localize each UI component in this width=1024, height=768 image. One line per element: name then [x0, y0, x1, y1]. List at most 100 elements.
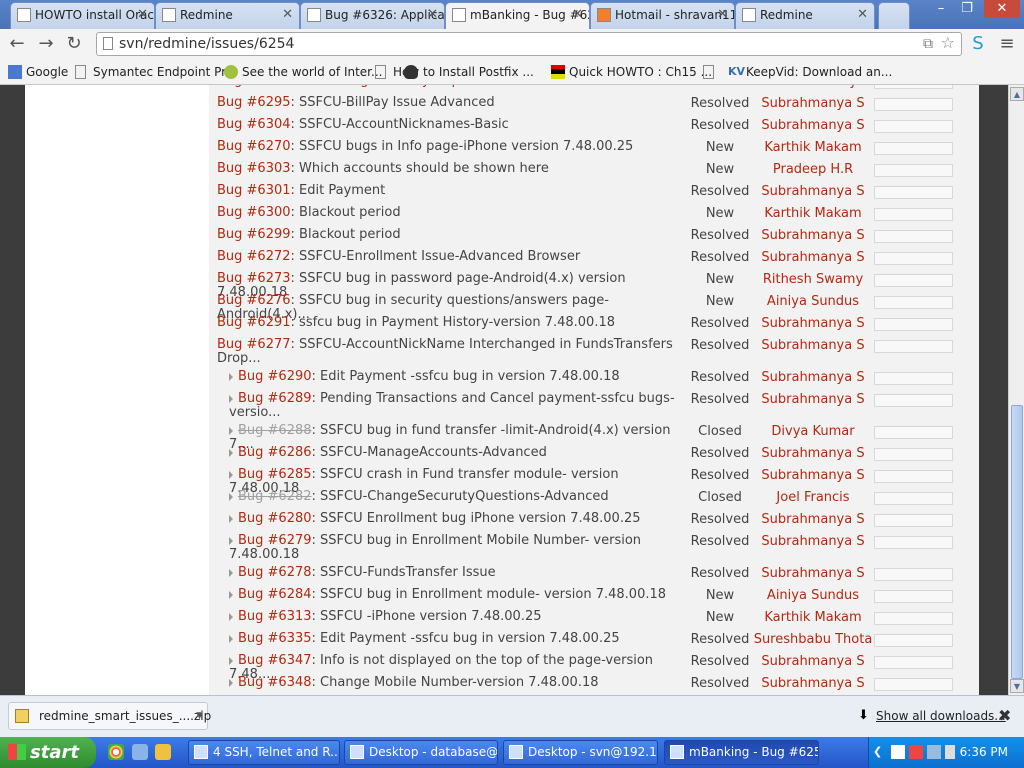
issue-assignee[interactable]: Omkar Reddy — [753, 85, 873, 89]
bookmark-item[interactable]: How to Install Postfix ... — [404, 63, 563, 81]
close-icon[interactable]: ✖ — [998, 706, 1011, 725]
issue-link[interactable]: Bug #6295 — [217, 95, 291, 110]
bookmark-item[interactable]: See the world of Inter... — [224, 63, 382, 81]
issue-link[interactable]: Bug #6277 — [217, 337, 291, 352]
browser-tab[interactable]: HOWTO install Orac ✕ — [10, 2, 155, 29]
issue-link[interactable]: Bug #6276 — [217, 293, 291, 308]
skype-icon[interactable]: S — [966, 33, 990, 55]
close-tab-icon[interactable]: ✕ — [282, 3, 293, 27]
address-bar[interactable]: svn/redmine/issues/6254 ⧉ ☆ — [96, 32, 962, 56]
issue-link[interactable]: Bug #6279 — [238, 533, 312, 548]
scroll-down-icon[interactable]: ▼ — [1010, 679, 1024, 693]
issue-link[interactable]: Bug #6304 — [217, 117, 291, 132]
expand-arrow-icon[interactable] — [229, 678, 233, 687]
show-all-downloads-link[interactable]: Show all downloads... — [860, 709, 1006, 723]
bookmark-item[interactable]: Symantec Endpoint Pr... — [75, 63, 236, 81]
issue-assignee[interactable]: Sureshbabu Thota — [753, 632, 873, 647]
chrome-icon[interactable] — [108, 744, 124, 760]
issue-assignee[interactable]: Subrahmanya S — [753, 446, 873, 461]
browser-tab[interactable]: Redmine ✕ — [155, 2, 300, 29]
issue-assignee[interactable]: Subrahmanya S — [753, 184, 873, 199]
issue-assignee[interactable]: Ainiya Sundus — [753, 588, 873, 603]
wrench-menu-icon[interactable]: ≡ — [995, 33, 1019, 55]
star-icon[interactable]: ☆ — [941, 32, 955, 54]
issue-link[interactable]: Bug #6282 — [238, 489, 312, 504]
issue-assignee[interactable]: Subrahmanya S — [753, 118, 873, 133]
issue-assignee[interactable]: Rithesh Swamy — [753, 272, 873, 287]
issue-assignee[interactable]: Subrahmanya S — [753, 534, 873, 549]
close-tab-icon[interactable]: ✕ — [717, 3, 728, 27]
issue-link[interactable]: Bug #6335 — [238, 631, 312, 646]
issue-assignee[interactable]: Joel Francis — [753, 490, 873, 505]
issue-link[interactable]: Bug #6280 — [238, 511, 312, 526]
minimize-icon[interactable]: – — [928, 0, 954, 18]
issue-assignee[interactable]: Subrahmanya S — [753, 96, 873, 111]
issue-assignee[interactable]: Karthik Makam — [753, 610, 873, 625]
issue-link[interactable]: Bug #6301 — [217, 183, 291, 198]
issue-link[interactable]: Bug #6278 — [238, 565, 312, 580]
taskbar-task[interactable]: Desktop - svn@192.1... — [503, 740, 658, 765]
bookmark-item[interactable]: Google — [8, 63, 68, 81]
issue-link[interactable]: Bug #6313 — [238, 609, 312, 624]
back-icon[interactable]: ← — [5, 33, 29, 55]
chevron-down-icon[interactable]: ▼ — [196, 703, 203, 729]
taskbar-task[interactable]: 4 SSH, Telnet and R... — [188, 740, 340, 765]
scroll-up-icon[interactable]: ▲ — [1010, 87, 1024, 101]
ie-icon[interactable] — [132, 744, 148, 760]
issue-assignee[interactable]: Subrahmanya S — [753, 250, 873, 265]
issue-assignee[interactable]: Pradeep H.R — [753, 162, 873, 177]
expand-arrow-icon[interactable] — [229, 426, 233, 435]
issue-assignee[interactable]: Subrahmanya S — [753, 676, 873, 691]
scrollbar-thumb[interactable] — [1011, 405, 1023, 679]
issue-assignee[interactable]: Subrahmanya S — [753, 392, 873, 407]
reload-icon[interactable]: ↻ — [62, 33, 86, 55]
issue-link[interactable]: Bug #6284 — [238, 587, 312, 602]
browser-tab-active[interactable]: mBanking - Bug #62 ✕ — [445, 2, 590, 29]
issue-link[interactable]: Bug #6270 — [217, 139, 291, 154]
issue-link[interactable]: Bug #6288 — [238, 423, 312, 438]
issue-link[interactable]: Bug #6348 — [238, 675, 312, 690]
issue-assignee[interactable]: Subrahmanya S — [753, 512, 873, 527]
bookmark-item[interactable]: KV KeepVid: Download an... — [728, 63, 892, 81]
issue-assignee[interactable]: Karthik Makam — [753, 140, 873, 155]
issue-assignee[interactable]: Subrahmanya S — [753, 370, 873, 385]
close-tab-icon[interactable]: ✕ — [137, 3, 148, 27]
expand-arrow-icon[interactable] — [229, 568, 233, 577]
tray-expand-icon[interactable]: ❮ — [873, 745, 882, 758]
taskbar-task[interactable]: Desktop - database@... — [344, 740, 498, 765]
expand-arrow-icon[interactable] — [229, 634, 233, 643]
issue-assignee[interactable]: Subrahmanya S — [753, 228, 873, 243]
expand-arrow-icon[interactable] — [229, 394, 233, 403]
expand-arrow-icon[interactable] — [229, 492, 233, 501]
expand-arrow-icon[interactable] — [229, 612, 233, 621]
expand-arrow-icon[interactable] — [229, 590, 233, 599]
close-tab-icon[interactable]: ✕ — [857, 3, 868, 27]
page-action-icon[interactable]: ⧉ — [923, 33, 933, 55]
tray-mail-icon[interactable] — [909, 745, 923, 759]
browser-tab[interactable]: Hotmail - shravan11 ✕ — [590, 2, 735, 29]
issue-link[interactable]: Bug #6285 — [238, 467, 312, 482]
browser-tab[interactable]: Bug #6326: Applicat ✕ — [300, 2, 445, 29]
maximize-icon[interactable]: ❐ — [954, 0, 980, 18]
issue-link[interactable]: Bug #6272 — [217, 249, 291, 264]
issue-link[interactable]: Bug #6303 — [217, 161, 291, 176]
issue-link[interactable]: Bug #6291 — [217, 315, 291, 330]
expand-arrow-icon[interactable] — [229, 470, 233, 479]
issue-link[interactable]: Bug #6300 — [217, 205, 291, 220]
expand-arrow-icon[interactable] — [229, 448, 233, 457]
issue-link[interactable]: Bug #6273 — [217, 271, 291, 286]
expand-arrow-icon[interactable] — [229, 656, 233, 665]
expand-arrow-icon[interactable] — [229, 514, 233, 523]
download-item[interactable]: redmine_smart_issues_....zip ▼ — [8, 702, 211, 730]
close-tab-icon[interactable]: ✕ — [427, 3, 438, 27]
issue-assignee[interactable]: Karthik Makam — [753, 206, 873, 221]
issue-assignee[interactable]: Divya Kumar — [753, 424, 873, 439]
issue-link[interactable]: Bug #6289 — [238, 391, 312, 406]
bookmark-item[interactable]: Quick HOWTO : Ch15 ... — [551, 63, 712, 81]
tray-app-icon[interactable] — [891, 745, 905, 759]
expand-arrow-icon[interactable] — [229, 536, 233, 545]
issue-link[interactable]: Bug #6299 — [217, 227, 291, 242]
expand-arrow-icon[interactable] — [229, 372, 233, 381]
new-tab-button[interactable] — [878, 2, 910, 29]
tray-device-icon[interactable] — [945, 745, 955, 759]
